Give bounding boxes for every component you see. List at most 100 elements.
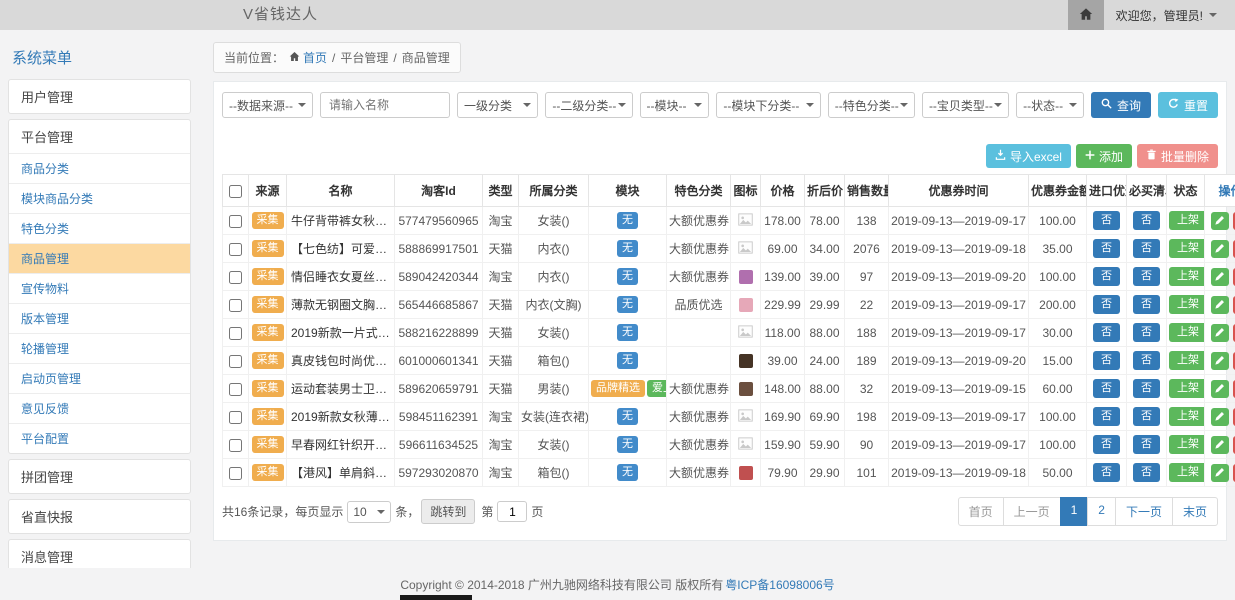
must-buy-toggle[interactable]: 否 [1133, 211, 1160, 230]
import-select-toggle[interactable]: 否 [1093, 211, 1120, 230]
jump-button[interactable]: 跳转到 [421, 499, 475, 524]
edit-button[interactable] [1211, 436, 1229, 454]
filter-status[interactable]: --状态-- [1016, 92, 1084, 118]
row-checkbox[interactable] [229, 355, 242, 368]
row-checkbox[interactable] [229, 411, 242, 424]
pagination-button[interactable]: 1 [1060, 497, 1089, 526]
pagination-button[interactable]: 下一页 [1115, 497, 1173, 526]
page-size-select[interactable]: 10 [347, 501, 391, 523]
import-excel-button[interactable]: 导入excel [986, 144, 1071, 168]
status-button[interactable]: 上架 [1169, 323, 1205, 342]
edit-button[interactable] [1211, 212, 1229, 230]
status-button[interactable]: 上架 [1169, 211, 1205, 230]
must-buy-toggle[interactable]: 否 [1133, 295, 1160, 314]
must-buy-toggle[interactable]: 否 [1133, 407, 1160, 426]
must-buy-toggle[interactable]: 否 [1133, 351, 1160, 370]
row-checkbox[interactable] [229, 439, 242, 452]
row-checkbox[interactable] [229, 299, 242, 312]
filter-level2-category[interactable]: --二级分类-- [545, 92, 632, 118]
jump-page-input[interactable] [497, 501, 527, 522]
sidebar-subitem-promo-material[interactable]: 宣传物料 [9, 273, 190, 303]
import-select-toggle[interactable]: 否 [1093, 463, 1120, 482]
sidebar-item-express-news[interactable]: 省直快报 [9, 500, 190, 533]
sidebar-subitem-feedback[interactable]: 意见反馈 [9, 393, 190, 423]
sidebar-subitem-carousel-management[interactable]: 轮播管理 [9, 333, 190, 363]
product-table: 来源名称淘客Id类型所属分类模块特色分类图标价格折后价销售数量优惠券时间优惠券金… [222, 174, 1235, 487]
sidebar-subitem-goods-category[interactable]: 商品分类 [9, 153, 190, 183]
sidebar-subitem-goods-management[interactable]: 商品管理 [9, 243, 190, 273]
add-button[interactable]: 添加 [1076, 144, 1132, 168]
home-button[interactable] [1068, 0, 1104, 30]
filter-level1-category[interactable]: 一级分类 [457, 92, 538, 118]
status-button[interactable]: 上架 [1169, 295, 1205, 314]
filter-item-type[interactable]: --宝贝类型-- [922, 92, 1009, 118]
edit-button[interactable] [1211, 408, 1229, 426]
must-buy-toggle[interactable]: 否 [1133, 323, 1160, 342]
must-buy-toggle[interactable]: 否 [1133, 267, 1160, 286]
status-button[interactable]: 上架 [1169, 351, 1205, 370]
sidebar-item-message-management[interactable]: 消息管理 [9, 540, 190, 570]
status-button[interactable]: 上架 [1169, 435, 1205, 454]
icp-link[interactable]: 粤ICP备16098006号 [725, 576, 834, 593]
import-select-toggle[interactable]: 否 [1093, 351, 1120, 370]
status-button[interactable]: 上架 [1169, 239, 1205, 258]
pagination-button[interactable]: 末页 [1172, 497, 1218, 526]
row-checkbox[interactable] [229, 271, 242, 284]
status-button[interactable]: 上架 [1169, 379, 1205, 398]
sidebar-item-user-management[interactable]: 用户管理 [9, 80, 190, 113]
import-select-toggle[interactable]: 否 [1093, 379, 1120, 398]
filter-module-subcategory[interactable]: --模块下分类-- [716, 92, 820, 118]
row-checkbox[interactable] [229, 383, 242, 396]
coupon-time: 2019-09-13—2019-09-17 [889, 431, 1029, 459]
status-button[interactable]: 上架 [1169, 407, 1205, 426]
import-select-toggle[interactable]: 否 [1093, 267, 1120, 286]
edit-button[interactable] [1211, 324, 1229, 342]
sidebar-subitem-version-management[interactable]: 版本管理 [9, 303, 190, 333]
filter-feature-category[interactable]: --特色分类-- [828, 92, 915, 118]
sidebar-subitem-platform-config[interactable]: 平台配置 [9, 423, 190, 453]
import-select-toggle[interactable]: 否 [1093, 295, 1120, 314]
edit-button[interactable] [1211, 380, 1229, 398]
filter-module[interactable]: --模块-- [640, 92, 710, 118]
user-menu[interactable]: 欢迎您，管理员! [1104, 7, 1235, 24]
coupon-time: 2019-09-13—2019-09-18 [889, 459, 1029, 487]
sidebar-subitem-feature-category[interactable]: 特色分类 [9, 213, 190, 243]
batch-delete-button[interactable]: 批量删除 [1137, 144, 1218, 168]
breadcrumb-home-link[interactable]: 首页 [289, 49, 327, 66]
pagination-button[interactable]: 上一页 [1003, 497, 1061, 526]
pagination-button[interactable]: 2 [1087, 497, 1116, 526]
sidebar-subitem-module-goods-category[interactable]: 模块商品分类 [9, 183, 190, 213]
import-select-toggle[interactable]: 否 [1093, 323, 1120, 342]
row-checkbox[interactable] [229, 215, 242, 228]
status-button[interactable]: 上架 [1169, 463, 1205, 482]
row-checkbox[interactable] [229, 467, 242, 480]
coupon-amount: 100.00 [1029, 207, 1087, 235]
import-select-toggle[interactable]: 否 [1093, 435, 1120, 454]
filter-data-source[interactable]: --数据来源-- [222, 92, 313, 118]
row-checkbox[interactable] [229, 327, 242, 340]
row-checkbox[interactable] [229, 243, 242, 256]
must-buy-toggle[interactable]: 否 [1133, 463, 1160, 482]
must-buy-toggle[interactable]: 否 [1133, 239, 1160, 258]
edit-button[interactable] [1211, 296, 1229, 314]
welcome-text: 欢迎您，管理员! [1116, 7, 1203, 24]
must-buy-toggle[interactable]: 否 [1133, 379, 1160, 398]
import-select-toggle[interactable]: 否 [1093, 407, 1120, 426]
edit-button[interactable] [1211, 240, 1229, 258]
import-select-toggle[interactable]: 否 [1093, 239, 1120, 258]
search-button[interactable]: 查询 [1091, 92, 1151, 118]
reset-button[interactable]: 重置 [1158, 92, 1218, 118]
sidebar-subitem-splash-page-management[interactable]: 启动页管理 [9, 363, 190, 393]
edit-button[interactable] [1211, 464, 1229, 482]
status-button[interactable]: 上架 [1169, 267, 1205, 286]
source-badge: 采集 [252, 380, 284, 397]
edit-button[interactable] [1211, 268, 1229, 286]
edit-button[interactable] [1211, 352, 1229, 370]
name-search-input[interactable] [320, 92, 450, 118]
sidebar-item-group-buy-management[interactable]: 拼团管理 [9, 460, 190, 493]
toolbar: 导入excel 添加 批量删除 [222, 144, 1218, 168]
sidebar-item-platform-management[interactable]: 平台管理 [9, 120, 190, 153]
select-all-checkbox[interactable] [229, 185, 242, 198]
must-buy-toggle[interactable]: 否 [1133, 435, 1160, 454]
pagination-button[interactable]: 首页 [958, 497, 1004, 526]
